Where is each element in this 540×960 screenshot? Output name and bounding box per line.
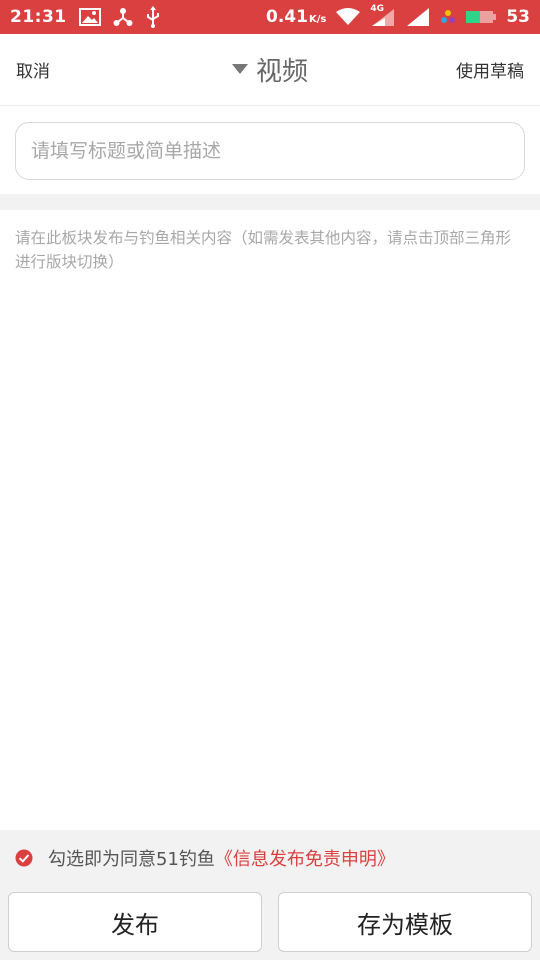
signal-icon — [406, 7, 430, 27]
top-nav: 取消 视频 使用草稿 — [0, 34, 540, 106]
triangle-down-icon[interactable] — [231, 60, 248, 79]
check-circle-icon[interactable] — [15, 849, 33, 867]
status-bar-right: 0.41K/s 4G 53 — [266, 4, 530, 27]
publish-button[interactable]: 发布 — [8, 892, 262, 952]
image-icon — [78, 8, 101, 26]
disclaimer-link[interactable]: 《信息发布免责申明》 — [215, 845, 395, 871]
content-area — [0, 210, 540, 830]
title-area — [0, 106, 540, 194]
network-speed: 0.41K/s — [266, 7, 326, 27]
network-type: 4G — [370, 4, 384, 14]
use-draft-button[interactable]: 使用草稿 — [456, 57, 524, 82]
wifi-icon — [336, 8, 361, 26]
title-input[interactable] — [15, 122, 525, 180]
app-root: 21:31 0.41K/s 4G 53 取消 视频 使用草稿 请填写标题或简单描… — [0, 0, 540, 960]
agreement-checkbox[interactable] — [15, 849, 33, 867]
section-title[interactable]: 视频 — [256, 51, 308, 88]
section-switcher[interactable]: 视频 — [231, 51, 308, 88]
save-template-button[interactable]: 存为模板 — [278, 892, 532, 952]
status-time: 21:31 — [10, 7, 67, 27]
network-speed-unit: K/s — [308, 14, 327, 25]
status-bar-left: 21:31 — [10, 6, 161, 28]
usb-icon — [145, 6, 161, 28]
signal-icon: 4G — [370, 4, 396, 27]
bottom-action-bar: 发布 存为模板 — [0, 886, 540, 960]
content-input[interactable] — [15, 226, 525, 814]
status-bar: 21:31 0.41K/s 4G 53 — [0, 0, 540, 34]
network-speed-value: 0.41 — [266, 7, 308, 27]
battery-icon — [466, 10, 497, 24]
battery-level: 53 — [506, 7, 530, 27]
section-divider — [0, 194, 540, 210]
color-dots-icon — [440, 9, 456, 25]
agreement-text: 勾选即为同意51钓鱼 — [48, 849, 215, 870]
agreement-bar: 勾选即为同意51钓鱼 《信息发布免责申明》 — [0, 830, 540, 886]
cancel-button[interactable]: 取消 — [16, 57, 50, 82]
share-icon — [113, 7, 133, 27]
